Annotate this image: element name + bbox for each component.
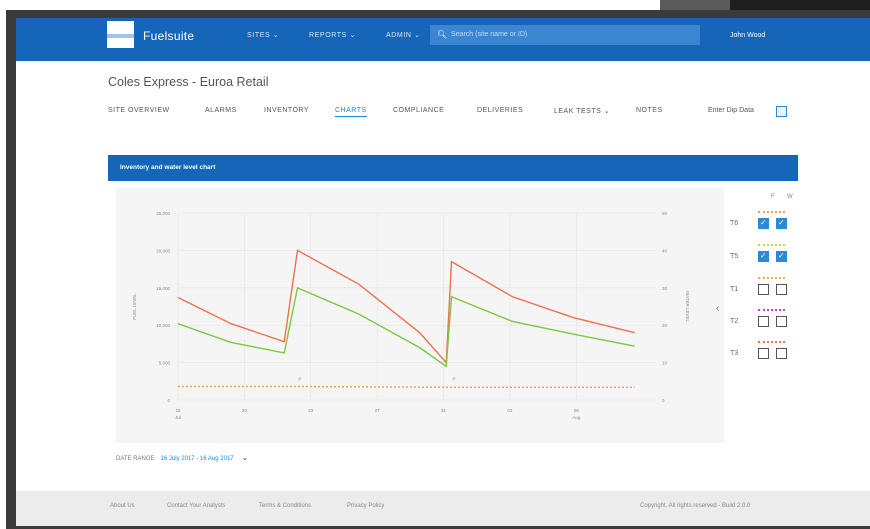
water-checkbox-t5[interactable] <box>776 251 787 262</box>
tank-row-t1: T1 <box>728 277 798 300</box>
enter-dip-data-link[interactable]: Enter Dip Data <box>708 107 754 114</box>
water-checkbox-t2[interactable] <box>776 316 787 327</box>
tank-name: T3 <box>730 350 739 357</box>
window-strip <box>660 0 870 10</box>
user-menu[interactable]: John Wood <box>730 32 765 39</box>
y2-tick-label: 30 <box>662 286 668 291</box>
chart-area: 0 5,000 10,000 15,000 20,000 25,000 0 10 20 30 40 5… <box>116 188 726 443</box>
tank-name: T6 <box>730 220 739 227</box>
x-tick-label: 27 <box>375 408 381 413</box>
delivery-marker-label: P <box>299 377 302 382</box>
footer: About Us Contact Your Analysts Terms & C… <box>16 491 870 526</box>
chart-panel-header: Inventory and water level chart <box>108 155 798 181</box>
tab-inventory[interactable]: INVENTORY <box>264 107 309 114</box>
tank-name: T5 <box>730 253 739 260</box>
tab-alarms[interactable]: ALARMS <box>205 107 237 114</box>
water-checkbox-t6[interactable] <box>776 218 787 229</box>
brand-name[interactable]: Fuelsuite <box>143 29 194 43</box>
x-tick-sublabel: Aug <box>572 415 581 420</box>
tank-name: T1 <box>730 286 739 293</box>
chart-panel-title: Inventory and water level chart <box>120 164 216 171</box>
tank-name: T2 <box>730 318 739 325</box>
date-range-value[interactable]: 16 July 2017 - 16 Aug 2017 <box>161 456 234 462</box>
collapse-panel-icon[interactable]: ‹ <box>716 303 719 314</box>
footer-link-privacy[interactable]: Privacy Policy <box>347 503 384 509</box>
tank-row-t6: T6 <box>728 211 798 234</box>
y-tick-label: 0 <box>167 398 170 403</box>
fuel-checkbox-t3[interactable] <box>758 348 769 359</box>
page-title: Coles Express - Euroa Retail <box>108 75 269 89</box>
app-window: Fuelsuite SITES ⌄ REPORTS ⌄ ADMIN ⌄ 🔍︎ S… <box>16 18 870 526</box>
water-checkbox-t3[interactable] <box>776 348 787 359</box>
tank-row-t3: T3 <box>728 341 798 364</box>
fuel-checkbox-t6[interactable] <box>758 218 769 229</box>
search-input[interactable]: 🔍︎ Search (site name or ID) <box>430 25 700 45</box>
x-tick-label: 20 <box>242 408 248 413</box>
tank-color-swatch <box>758 244 785 246</box>
y2-tick-label: 50 <box>662 211 668 216</box>
nav-reports[interactable]: REPORTS ⌄ <box>309 31 356 39</box>
y-tick-label: 20,000 <box>156 248 170 253</box>
series-line-t5 <box>177 286 635 368</box>
y2-tick-label: 10 <box>662 361 668 366</box>
water-checkbox-t1[interactable] <box>776 284 787 295</box>
fuel-checkbox-t2[interactable] <box>758 316 769 327</box>
fuel-checkbox-t5[interactable] <box>758 251 769 262</box>
y2-tick-label: 40 <box>662 248 668 253</box>
y-tick-label: 25,000 <box>156 211 170 216</box>
delivery-marker-label: P <box>453 377 456 382</box>
x-tick-label: 06 <box>574 408 580 413</box>
nav-sites[interactable]: SITES ⌄ <box>247 31 279 39</box>
y-tick-label: 10,000 <box>156 323 170 328</box>
x-tick-sublabel: Jul <box>175 415 181 420</box>
dip-data-icon[interactable] <box>776 106 787 117</box>
series-line-water <box>178 385 635 388</box>
tank-color-swatch <box>758 309 785 311</box>
window-strip-tab <box>660 0 730 10</box>
inventory-chart[interactable]: 0 5,000 10,000 15,000 20,000 25,000 0 10 20 30 40 5… <box>116 188 726 443</box>
chevron-down-icon[interactable]: ⌄ <box>242 453 249 462</box>
tank-row-t5: T5 <box>728 244 798 267</box>
water-column-header: W <box>787 194 793 200</box>
top-header: Fuelsuite SITES ⌄ REPORTS ⌄ ADMIN ⌄ 🔍︎ S… <box>16 18 870 61</box>
tab-deliveries[interactable]: DELIVERIES <box>477 107 523 114</box>
fuel-column-header: F <box>771 194 775 200</box>
search-placeholder: Search (site name or ID) <box>451 31 528 38</box>
y-axis-title: FUEL LEVEL <box>132 293 137 320</box>
fuelsuite-logo-icon[interactable] <box>107 21 134 48</box>
tank-row-t2: T2 <box>728 309 798 332</box>
y2-tick-label: 20 <box>662 323 668 328</box>
tab-charts[interactable]: CHARTS <box>335 107 367 117</box>
tab-notes[interactable]: NOTES <box>636 107 663 114</box>
fuel-checkbox-t1[interactable] <box>758 284 769 295</box>
main-content: Coles Express - Euroa Retail SITE OVERVI… <box>16 61 870 491</box>
date-range-label: DATE RANGE <box>116 456 155 462</box>
y2-axis-title: WATER LEVEL <box>685 291 690 323</box>
x-tick-label: 03 <box>507 408 513 413</box>
footer-link-about[interactable]: About Us <box>110 503 135 509</box>
y2-tick-label: 0 <box>662 398 665 403</box>
date-range-selector[interactable]: DATE RANGE 16 July 2017 - 16 Aug 2017 ⌄ <box>116 453 248 462</box>
footer-link-terms[interactable]: Terms & Conditions <box>259 503 311 509</box>
x-tick-label: 31 <box>441 408 447 413</box>
footer-link-contact[interactable]: Contact Your Analysts <box>167 503 225 509</box>
copyright-text: Copyright. All rights reserved - Build 2… <box>640 503 751 509</box>
tank-color-swatch <box>758 211 785 213</box>
tab-compliance[interactable]: COMPLIANCE <box>393 107 444 114</box>
tab-leak-tests[interactable]: LEAK TESTS ⌄ <box>554 107 610 115</box>
tab-site-overview[interactable]: SITE OVERVIEW <box>108 107 170 114</box>
y-tick-label: 5,000 <box>159 361 171 366</box>
x-tick-label: 23 <box>308 408 314 413</box>
tank-color-swatch <box>758 277 785 279</box>
nav-admin[interactable]: ADMIN ⌄ <box>386 31 421 39</box>
tank-color-swatch <box>758 341 785 343</box>
search-icon: 🔍︎ <box>437 30 448 39</box>
y-tick-label: 15,000 <box>156 286 170 291</box>
x-tick-label: 16 <box>175 408 181 413</box>
